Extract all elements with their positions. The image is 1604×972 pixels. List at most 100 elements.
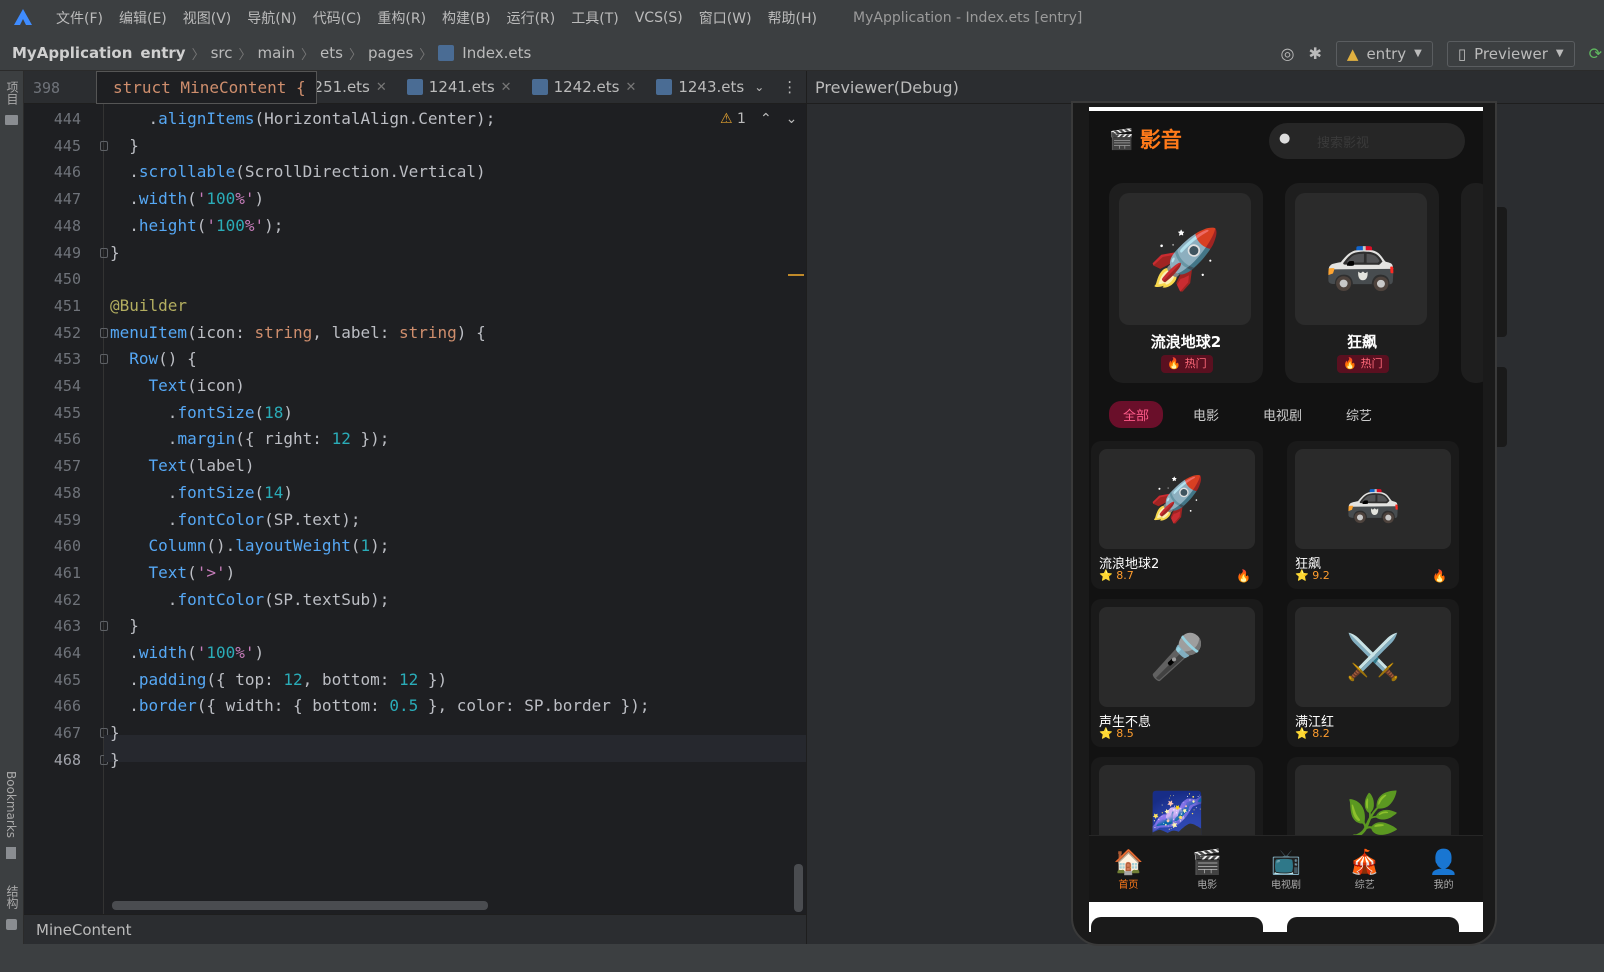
code-line[interactable]: Row() { <box>110 349 196 368</box>
scope-context-label[interactable]: MineContent <box>36 921 132 939</box>
code-line[interactable]: .border({ width: { bottom: 0.5 }, color:… <box>110 696 649 715</box>
breadcrumb-file[interactable]: Index.ets <box>458 44 535 62</box>
media-card[interactable]: 🚀 流浪地球2 ⭐ 8.7 🔥 <box>1091 441 1263 589</box>
breadcrumb-module[interactable]: entry <box>136 44 189 62</box>
chip-all[interactable]: 全部 <box>1109 401 1164 428</box>
code-line[interactable]: } <box>110 616 139 635</box>
vertical-scrollbar[interactable] <box>794 864 803 912</box>
menu-file[interactable]: 文件(F) <box>48 8 111 28</box>
line-number[interactable]: 454 <box>54 377 81 395</box>
code-line[interactable]: } <box>110 750 120 769</box>
code-line[interactable]: .fontColor(SP.textSub); <box>110 590 390 609</box>
line-number[interactable]: 451 <box>54 297 81 315</box>
chip-movie[interactable]: 电影 <box>1179 401 1233 428</box>
sticky-scope-header[interactable]: 398 struct MineContent { <box>33 71 317 104</box>
menu-window[interactable]: 窗口(W) <box>691 8 760 28</box>
code-line[interactable]: Text('>') <box>110 563 236 582</box>
code-line[interactable]: .width('100%') <box>110 189 264 208</box>
line-number[interactable]: 444 <box>54 110 81 128</box>
menu-navigate[interactable]: 导航(N) <box>239 8 304 28</box>
featured-card[interactable]: 🚀 流浪地球2 🔥 热门 <box>1109 183 1263 383</box>
warning-stripe-marker[interactable] <box>788 274 804 276</box>
menu-refactor[interactable]: 重构(R) <box>369 8 434 28</box>
tab-1243[interactable]: 1243.ets <box>646 71 746 104</box>
chip-variety[interactable]: 综艺 <box>1332 401 1386 428</box>
project-tool-button[interactable]: 项目 <box>4 81 21 105</box>
bug-icon[interactable]: ✱ <box>1309 44 1322 63</box>
bookmarks-tool-button[interactable]: Bookmarks <box>4 771 18 838</box>
fold-marker-icon[interactable] <box>100 354 108 365</box>
breadcrumb-project[interactable]: MyApplication <box>8 44 136 62</box>
code-editor[interactable]: 1251.ets ✕ 1241.ets ✕ 1242.ets ✕ 1243.et… <box>24 71 806 914</box>
line-number[interactable]: 453 <box>54 350 81 368</box>
line-number[interactable]: 459 <box>54 511 81 529</box>
menu-run[interactable]: 运行(R) <box>499 8 564 28</box>
line-number[interactable]: 464 <box>54 644 81 662</box>
tab-1242[interactable]: 1242.ets ✕ <box>522 71 647 104</box>
menu-edit[interactable]: 编辑(E) <box>111 8 175 28</box>
code-line[interactable]: Text(icon) <box>110 376 245 395</box>
code-line[interactable]: .scrollable(ScrollDirection.Vertical) <box>110 162 485 181</box>
structure-tool-button[interactable]: 结构 <box>4 885 21 909</box>
tab-movie[interactable]: 🎬 电影 <box>1168 836 1247 902</box>
menu-code[interactable]: 代码(C) <box>305 8 370 28</box>
close-icon[interactable]: ✕ <box>625 80 636 95</box>
line-number[interactable]: 457 <box>54 457 81 475</box>
media-card[interactable]: 🚓 狂飙 ⭐ 9.2 🔥 <box>1287 441 1459 589</box>
menu-build[interactable]: 构建(B) <box>434 8 499 28</box>
fold-marker-icon[interactable] <box>100 327 108 338</box>
menu-vcs[interactable]: VCS(S) <box>627 10 691 26</box>
featured-card-partial[interactable] <box>1461 183 1483 383</box>
menu-help[interactable]: 帮助(H) <box>760 8 825 28</box>
code-line[interactable]: } <box>110 723 120 742</box>
tab-home[interactable]: 🏠 首页 <box>1089 836 1168 902</box>
breadcrumb-main[interactable]: main <box>254 44 299 62</box>
line-number[interactable]: 455 <box>54 404 81 422</box>
code-line[interactable]: menuItem(icon: string, label: string) { <box>110 323 486 342</box>
breadcrumb-pages[interactable]: pages <box>364 44 417 62</box>
code-line[interactable]: @Builder <box>110 296 187 315</box>
code-line[interactable]: .fontSize(14) <box>110 483 293 502</box>
chip-tv[interactable]: 电视剧 <box>1249 401 1316 428</box>
code-line[interactable]: .margin({ right: 12 }); <box>110 429 390 448</box>
fold-marker-icon[interactable] <box>100 621 108 632</box>
line-number[interactable]: 456 <box>54 430 81 448</box>
line-number[interactable]: 452 <box>54 324 81 342</box>
media-card[interactable]: 🎤 声生不息 ⭐ 8.5 <box>1091 599 1263 747</box>
line-number[interactable]: 448 <box>54 217 81 235</box>
tab-1241[interactable]: 1241.ets ✕ <box>397 71 522 104</box>
line-number[interactable]: 463 <box>54 617 81 635</box>
code-line[interactable]: .height('100%'); <box>110 216 283 235</box>
featured-card[interactable]: 🚓 狂飙 🔥 热门 <box>1285 183 1439 383</box>
code-line[interactable]: } <box>110 136 139 155</box>
line-number[interactable]: 460 <box>54 537 81 555</box>
horizontal-scrollbar[interactable] <box>112 901 488 910</box>
line-number[interactable]: 445 <box>54 137 81 155</box>
code-line[interactable]: .fontColor(SP.text); <box>110 510 361 529</box>
line-number[interactable]: 461 <box>54 564 81 582</box>
search-input[interactable]: ● 搜索影视 <box>1269 123 1465 159</box>
menu-tools[interactable]: 工具(T) <box>563 8 626 28</box>
target-icon[interactable]: ◎ <box>1281 44 1295 63</box>
close-icon[interactable]: ✕ <box>501 80 512 95</box>
line-number[interactable]: 450 <box>54 270 81 288</box>
line-number[interactable]: 447 <box>54 190 81 208</box>
media-card[interactable]: ⚔️ 满江红 ⭐ 8.2 <box>1287 599 1459 747</box>
tab-variety[interactable]: 🎪 综艺 <box>1325 836 1404 902</box>
line-number[interactable]: 468 <box>54 751 81 769</box>
menu-view[interactable]: 视图(V) <box>175 8 240 28</box>
code-line[interactable]: .fontSize(18) <box>110 403 293 422</box>
chevron-down-icon[interactable]: ⌄ <box>786 111 798 127</box>
tab-mine[interactable]: 👤 我的 <box>1404 836 1483 902</box>
chevron-up-icon[interactable]: ⌃ <box>760 111 772 127</box>
code-line[interactable]: .padding({ top: 12, bottom: 12 }) <box>110 670 447 689</box>
line-number[interactable]: 465 <box>54 671 81 689</box>
inspection-widget[interactable]: ⚠ 1 ⌃ ⌄ <box>720 111 797 127</box>
more-icon[interactable]: ⋮ <box>782 78 797 96</box>
code-line[interactable]: .width('100%') <box>110 643 264 662</box>
tab-tv[interactable]: 📺 电视剧 <box>1247 836 1326 902</box>
line-number[interactable]: 462 <box>54 591 81 609</box>
line-number[interactable]: 449 <box>54 244 81 262</box>
previewer-selector[interactable]: ▯ Previewer ▼ <box>1446 40 1575 67</box>
line-number[interactable]: 446 <box>54 163 81 181</box>
